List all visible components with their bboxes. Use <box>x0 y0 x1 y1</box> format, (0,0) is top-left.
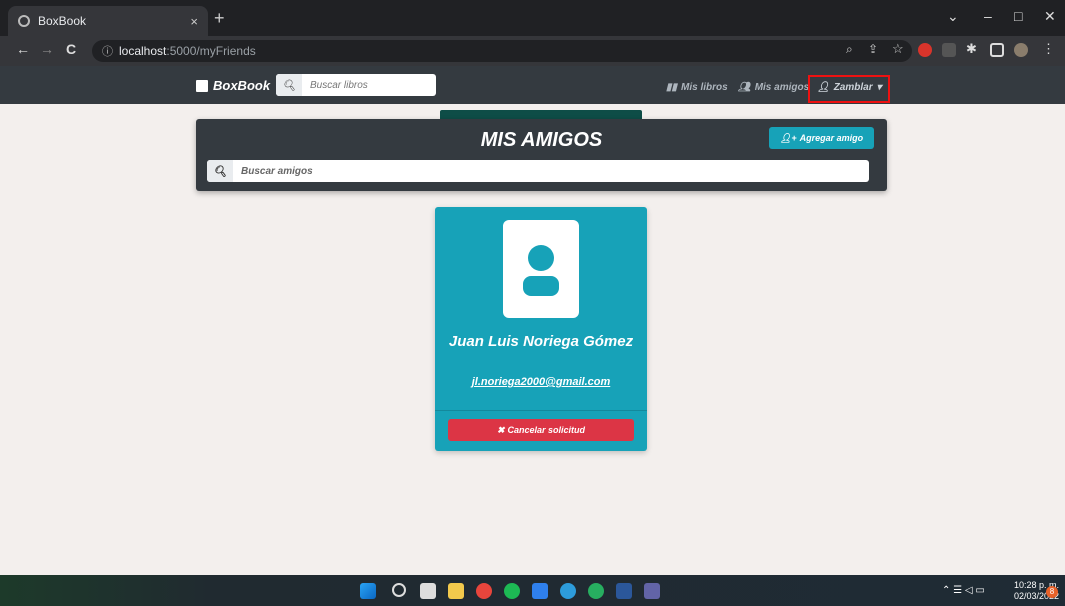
close-icon: ✖ <box>496 424 505 435</box>
extension-shield-icon[interactable] <box>918 43 932 57</box>
friend-name: Juan Luis Noriega Gómez <box>448 333 634 350</box>
minimize-button[interactable]: – <box>984 8 992 24</box>
side-panel-icon[interactable] <box>990 43 1004 57</box>
nav-my-friends[interactable]: 👥︎ Mis amigos <box>738 82 809 93</box>
app-navbar <box>0 66 1065 104</box>
friend-search-placeholder: Buscar amigos <box>241 165 313 177</box>
book-search-placeholder: Buscar libros <box>310 79 368 91</box>
start-icon[interactable] <box>360 583 376 599</box>
tab-title: BoxBook <box>38 14 87 28</box>
close-window-button[interactable]: ✕ <box>1044 8 1056 25</box>
friend-email-link[interactable]: jl.noriega2000@gmail.com <box>435 376 647 388</box>
address-bar[interactable]: ⓘ localhost:5000/myFriends <box>92 40 912 62</box>
url-path: :5000/myFriends <box>166 44 256 58</box>
search-icon[interactable] <box>392 583 406 597</box>
add-friend-button[interactable]: 👤︎+ Agregar amigo <box>769 127 874 149</box>
app-icon[interactable] <box>560 583 576 599</box>
menu-kebab-icon[interactable]: ⋮ <box>1042 41 1055 57</box>
chrome-icon[interactable] <box>476 583 492 599</box>
system-tray[interactable]: ⌃ ☰ ◁ ▭ <box>942 585 985 596</box>
share-icon[interactable]: ⇪ <box>868 42 878 56</box>
brand-link[interactable]: BoxBook <box>196 78 270 93</box>
nav-my-books-label: Mis libros <box>681 82 728 93</box>
spotify-icon[interactable] <box>504 583 520 599</box>
vscode-icon[interactable] <box>532 583 548 599</box>
reload-button[interactable]: C <box>66 41 76 57</box>
new-tab-button[interactable]: + <box>214 8 225 29</box>
teams-icon[interactable] <box>644 583 660 599</box>
book-search-field[interactable]: 🔍︎ Buscar libros <box>276 74 436 96</box>
hs-app-icon[interactable] <box>588 583 604 599</box>
users-icon: 👥︎ <box>738 82 751 93</box>
url-host: localhost <box>119 44 167 58</box>
zoom-icon[interactable]: ⌕ <box>846 42 853 57</box>
cancel-request-label: Cancelar solicitud <box>507 425 586 435</box>
notification-badge[interactable]: 8 <box>1046 586 1058 598</box>
file-explorer-icon[interactable] <box>448 583 464 599</box>
tab-close-icon[interactable]: × <box>190 14 198 29</box>
friend-search-field[interactable]: 🔍︎ Buscar amigos <box>207 160 869 182</box>
back-button[interactable]: ← <box>16 41 30 57</box>
avatar <box>503 220 579 318</box>
extension-icon[interactable] <box>942 43 956 57</box>
search-icon: 🔍︎ <box>276 74 302 96</box>
highlight-box <box>808 75 890 103</box>
info-icon[interactable]: ⓘ <box>102 43 113 59</box>
search-icon: 🔍︎ <box>207 160 233 182</box>
tab-search-icon[interactable]: ⌄ <box>947 8 959 25</box>
nav-my-books[interactable]: ▮▮ Mis libros <box>666 82 728 93</box>
word-icon[interactable] <box>616 583 632 599</box>
user-avatar-icon <box>523 245 559 296</box>
nav-my-friends-label: Mis amigos <box>754 82 810 93</box>
task-view-icon[interactable] <box>420 583 436 599</box>
profile-avatar-icon[interactable] <box>1014 43 1028 57</box>
maximize-button[interactable]: □ <box>1014 8 1022 24</box>
bookmark-star-icon[interactable]: ☆ <box>892 41 904 57</box>
browser-tab[interactable]: BoxBook × <box>8 6 208 36</box>
puzzle-extensions-icon[interactable]: ✱ <box>966 41 977 57</box>
add-friend-label: Agregar amigo <box>799 133 864 143</box>
cancel-request-button[interactable]: ✖ Cancelar solicitud <box>448 419 634 441</box>
forward-button[interactable]: → <box>40 41 54 57</box>
brand-label: BoxBook <box>213 78 271 93</box>
card-divider <box>435 410 647 411</box>
user-plus-icon: 👤︎+ <box>779 132 797 143</box>
book-icon <box>196 79 208 92</box>
globe-icon <box>18 15 30 27</box>
books-icon: ▮▮ <box>666 82 678 93</box>
